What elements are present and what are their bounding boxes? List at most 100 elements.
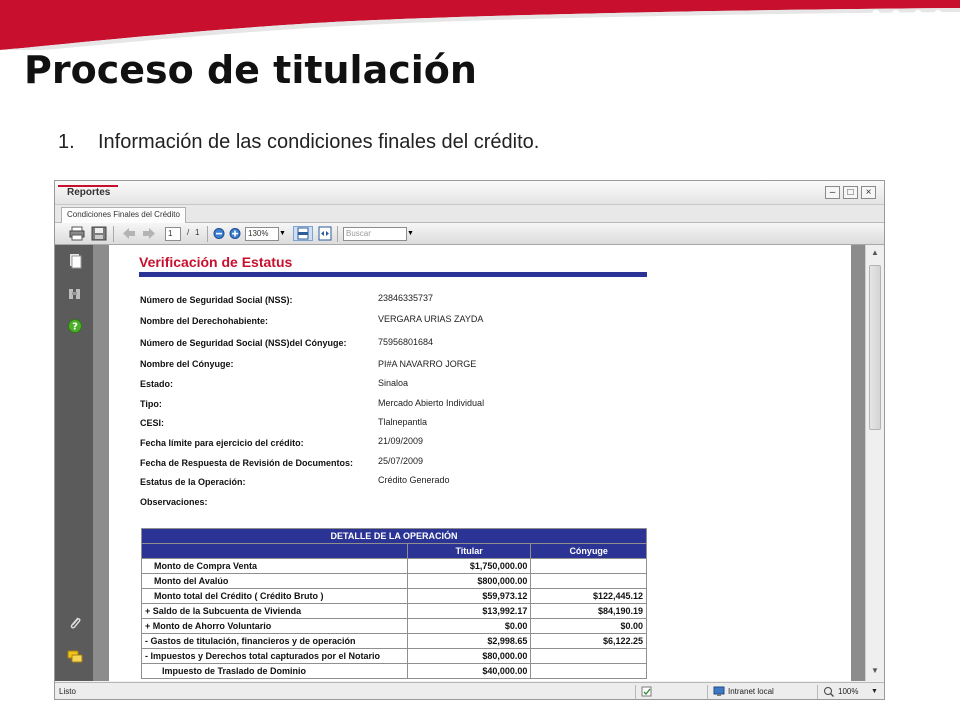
pages-icon[interactable] [67, 253, 83, 269]
status-text: Listo [59, 687, 76, 696]
table-row: Impuesto de Traslado de Dominio $40,000.… [141, 663, 647, 679]
search-input[interactable]: Buscar [343, 227, 407, 241]
row-label: - Gastos de titulación, financieros y de… [141, 633, 408, 649]
field-label: Nombre del Cónyuge: [140, 359, 234, 369]
title-underline [139, 272, 647, 277]
status-divider [707, 685, 708, 699]
page-separator: / [187, 228, 190, 237]
scrollbar-thumb[interactable] [869, 265, 881, 430]
document-viewport: Verificación de Estatus Número de Seguri… [93, 245, 865, 681]
status-bar: Listo Intranet local 100% ▼ [55, 682, 884, 699]
scroll-up-icon[interactable]: ▲ [869, 247, 881, 258]
titular-value: $59,973.12 [406, 588, 532, 604]
chevron-down-icon[interactable]: ▼ [407, 226, 415, 241]
table-row: Monto del Avalúo $800,000.00 [141, 573, 647, 589]
red-wave-graphic [0, 0, 960, 50]
bullet-text: Información de las condiciones finales d… [98, 131, 540, 153]
table-row: + Saldo de la Subcuenta de Vivienda $13,… [141, 603, 647, 619]
titular-value: $0.00 [406, 618, 532, 634]
field-value: 23846335737 [378, 293, 434, 303]
table-row: Monto de Compra Venta $1,750,000.00 [141, 558, 647, 574]
fit-page-icon[interactable] [293, 226, 313, 241]
zoom-icon[interactable] [823, 686, 835, 699]
pdf-sidebar: ? [55, 245, 93, 681]
slide: INFONAVIT Proceso de titulación 1. Inform… [0, 0, 960, 720]
bullet-item: 1. Información de las condiciones finales… [58, 131, 539, 154]
toolbar-separator [207, 226, 208, 242]
table-row: - Gastos de titulación, financieros y de… [141, 633, 647, 649]
conyuge-value: $6,122.25 [530, 633, 647, 649]
security-zone: Intranet local [728, 687, 774, 696]
help-icon[interactable]: ? [67, 318, 83, 334]
row-label: Monto de Compra Venta [141, 558, 408, 574]
report-title: Verificación de Estatus [139, 254, 293, 270]
scroll-down-icon[interactable]: ▼ [869, 665, 881, 676]
restore-icon[interactable]: □ [843, 186, 858, 199]
row-label: Monto total del Crédito ( Crédito Bruto … [141, 588, 408, 604]
table-row: - Impuestos y Derechos total capturados … [141, 648, 647, 664]
titular-value: $2,998.65 [406, 633, 532, 649]
column-header [141, 543, 408, 559]
save-icon[interactable] [91, 226, 107, 241]
status-divider [635, 685, 636, 699]
next-page-icon[interactable] [141, 226, 157, 241]
field-value: PI#A NAVARRO JORGE [378, 359, 477, 369]
titular-value: $40,000.00 [406, 663, 532, 679]
chevron-down-icon[interactable]: ▼ [871, 686, 878, 698]
report-window: Reportes – □ × Condiciones Finales del C… [54, 180, 885, 700]
conyuge-value [530, 558, 647, 574]
field-label: Número de Seguridad Social (NSS): [140, 295, 293, 305]
zoom-in-icon[interactable] [227, 226, 243, 241]
field-value: 21/09/2009 [378, 436, 424, 446]
slide-title: Proceso de titulación [24, 48, 477, 92]
vertical-scrollbar[interactable]: ▲ ▼ [865, 245, 884, 681]
field-label: Fecha de Respuesta de Revisión de Docume… [140, 458, 354, 468]
tab-condiciones-finales[interactable]: Condiciones Finales del Crédito [61, 207, 186, 223]
operation-detail-table: DETALLE DE LA OPERACIÓN Titular Cónyuge … [141, 528, 647, 679]
intranet-icon [713, 686, 725, 699]
fit-width-icon[interactable] [317, 226, 333, 241]
window-title: Reportes [67, 187, 111, 198]
svg-text:?: ? [72, 322, 78, 333]
field-label: Estatus de la Operación: [140, 477, 246, 487]
minimize-icon[interactable]: – [825, 186, 840, 199]
table-title: DETALLE DE LA OPERACIÓN [141, 528, 647, 544]
conyuge-value [530, 648, 647, 664]
field-value: Crédito Generado [378, 475, 450, 485]
field-value: Tlalnepantla [378, 417, 428, 427]
zoom-level[interactable]: 100% [838, 686, 858, 698]
row-label: + Saldo de la Subcuenta de Vivienda [141, 603, 408, 619]
chevron-down-icon[interactable]: ▼ [279, 226, 287, 241]
logo-wordmark: INFONAVIT [865, 52, 949, 67]
conyuge-value: $84,190.19 [530, 603, 647, 619]
row-label: Monto del Avalúo [141, 573, 408, 589]
field-value: 25/07/2009 [378, 456, 424, 466]
field-label: Estado: [140, 379, 174, 389]
field-value: 75956801684 [378, 337, 434, 347]
previous-page-icon[interactable] [121, 226, 137, 241]
comments-icon[interactable] [67, 648, 83, 664]
zoom-select[interactable]: 130% [245, 227, 279, 241]
table-header-row: Titular Cónyuge [141, 543, 647, 559]
bullet-number: 1. [58, 131, 75, 153]
conyuge-value [530, 663, 647, 679]
table-row: Monto total del Crédito ( Crédito Bruto … [141, 588, 647, 604]
conyuge-value: $0.00 [530, 618, 647, 634]
titular-value: $800,000.00 [406, 573, 532, 589]
row-label: + Monto de Ahorro Voluntario [141, 618, 408, 634]
page-number-input[interactable]: 1 [165, 227, 181, 241]
field-label: Tipo: [140, 399, 162, 409]
column-header: Titular [406, 543, 532, 559]
bookmarks-icon[interactable] [67, 286, 83, 302]
conyuge-value: $122,445.12 [530, 588, 647, 604]
toolbar-separator [113, 226, 114, 242]
close-icon[interactable]: × [861, 186, 876, 199]
titular-value: $1,750,000.00 [406, 558, 532, 574]
attachment-icon[interactable] [67, 615, 83, 631]
zoom-out-icon[interactable] [211, 226, 227, 241]
titular-value: $80,000.00 [406, 648, 532, 664]
row-label: - Impuestos y Derechos total capturados … [141, 648, 408, 664]
titular-value: $13,992.17 [406, 603, 532, 619]
print-icon[interactable] [69, 226, 85, 241]
status-divider [817, 685, 818, 699]
